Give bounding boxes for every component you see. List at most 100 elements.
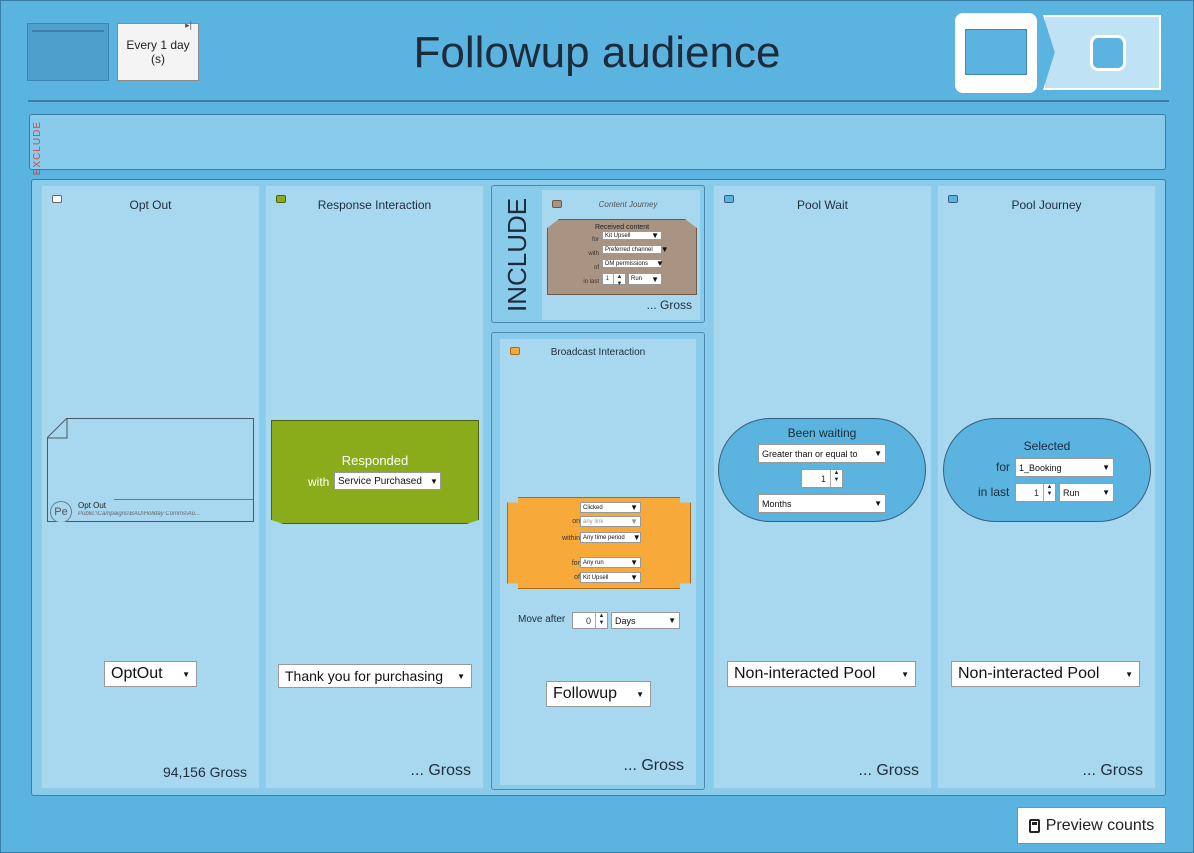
pill-title: Been waiting — [787, 426, 857, 440]
caret-down-icon: ▼ — [901, 669, 909, 679]
caret-down-icon: ▼ — [429, 476, 438, 486]
spinner-up-icon[interactable]: ▲ — [1044, 484, 1055, 491]
schedule-text: Every 1 day (s) — [126, 38, 190, 66]
spinner-down-icon[interactable]: ▼ — [614, 281, 625, 288]
caret-down-icon: ▼ — [1102, 463, 1110, 472]
spinner-down-icon[interactable]: ▼ — [1044, 491, 1055, 498]
caret-down-icon: ▼ — [660, 245, 669, 254]
gross-count: ... Gross — [646, 298, 692, 312]
bc-of-dropdown[interactable]: Kit Upsell ▼ — [580, 572, 641, 583]
page-title: Followup audience — [413, 28, 781, 77]
stepper-buttons[interactable]: ▲ ▼ — [830, 470, 842, 487]
next-step-icon — [1090, 35, 1126, 71]
column-title: Pool Wait — [797, 198, 848, 212]
dropdown-value: Clicked — [583, 504, 603, 511]
audience-view-toggle[interactable] — [955, 13, 1037, 93]
caret-down-icon: ▼ — [656, 259, 664, 268]
previous-step-thumbnail[interactable] — [27, 23, 109, 81]
pill-title: Selected — [1023, 439, 1071, 453]
exclude-label: EXCLUDE — [32, 121, 43, 176]
pool-wait-dropdown[interactable]: Non-interacted Pool ▼ — [727, 661, 916, 687]
move-after-label: Move after — [518, 614, 566, 625]
caret-down-icon: ▼ — [1125, 669, 1133, 679]
spinner-up-icon[interactable]: ▲ — [596, 613, 607, 620]
dropdown-value: Non-interacted Pool — [958, 665, 1100, 682]
cj-in-last-unit-dropdown[interactable]: Run ▼ — [628, 273, 662, 285]
dropdown-value: Kit Upsell — [605, 232, 631, 239]
bc-on-dropdown[interactable]: any link ▼ — [580, 516, 641, 527]
dropdown-value: Days — [615, 615, 636, 626]
header-divider — [28, 100, 1169, 102]
next-step-arrow[interactable] — [1043, 15, 1161, 90]
schedule-box[interactable]: ▸| Every 1 day (s) — [117, 20, 199, 81]
page-fold-icon — [47, 418, 68, 439]
stepper-buttons[interactable]: ▲ ▼ — [613, 274, 625, 287]
dropdown-value: DM permissions — [605, 260, 649, 267]
for-label: for — [591, 237, 599, 243]
spinner-up-icon[interactable]: ▲ — [614, 274, 625, 281]
content-journey-column: Content Journey Received content for wit… — [542, 190, 700, 320]
gross-count: ... Gross — [1082, 762, 1143, 779]
gross-count: ... Gross — [858, 762, 919, 779]
dropdown-value: Non-interacted Pool — [734, 665, 876, 682]
stepper-buttons[interactable]: ▲ ▼ — [595, 613, 607, 628]
of-label: of — [593, 265, 599, 271]
spinner-down-icon[interactable]: ▼ — [831, 477, 842, 484]
opt-out-card[interactable]: Pe Opt Out Public:\Campaigns\BAU\Holiday… — [47, 418, 254, 522]
stepper-value: 1 — [1033, 487, 1039, 498]
operator-dropdown[interactable]: Greater than or equal to ▼ — [758, 444, 886, 463]
stepper-value: 0 — [585, 615, 591, 626]
caret-down-icon: ▼ — [874, 449, 882, 458]
response-message-dropdown[interactable]: Thank you for purchasing ▼ — [278, 664, 472, 688]
service-dropdown[interactable]: Service Purchased ▼ — [334, 472, 441, 490]
cj-in-last-stepper[interactable]: 1 ▲ ▼ — [602, 273, 626, 287]
wait-number-stepper[interactable]: 1 ▲ ▼ — [801, 469, 843, 488]
cj-for-dropdown[interactable]: Kit Upsell ▼ — [602, 231, 662, 240]
dropdown-value: Followup — [553, 685, 618, 702]
stepper-value: 1 — [605, 276, 609, 282]
with-label: with — [308, 475, 330, 489]
opt-out-dropdown[interactable]: OptOut ▼ — [104, 661, 197, 687]
bc-for-dropdown[interactable]: Any run ▼ — [580, 557, 641, 568]
column-title: Broadcast Interaction — [550, 347, 646, 358]
card-name: Opt Out — [78, 501, 107, 510]
pj-in-last-unit-dropdown[interactable]: Run ▼ — [1059, 483, 1114, 502]
spinner-down-icon[interactable]: ▼ — [596, 620, 607, 627]
caret-down-icon: ▼ — [630, 517, 638, 526]
bc-action-dropdown[interactable]: Clicked ▼ — [580, 502, 641, 513]
dropdown-value: Preferred channel — [605, 246, 653, 253]
arrow-right-icon: ▸| — [185, 20, 192, 30]
move-after-stepper[interactable]: 0 ▲ ▼ — [572, 612, 608, 629]
include-panel[interactable]: INCLUDE Content Journey Received content… — [491, 185, 705, 323]
on-label: on — [572, 518, 580, 525]
wait-unit-dropdown[interactable]: Months ▼ — [758, 494, 886, 513]
of-label: of — [574, 574, 580, 581]
for-label: for — [571, 560, 580, 567]
stepper-buttons[interactable]: ▲ ▼ — [1043, 484, 1055, 501]
exclude-panel[interactable]: EXCLUDE — [29, 114, 1166, 175]
preview-counts-label: Preview counts — [1045, 816, 1155, 834]
followup-dropdown[interactable]: Followup ▼ — [546, 681, 651, 707]
cj-of-dropdown[interactable]: DM permissions ▼ — [602, 259, 664, 268]
include-label: INCLUDE — [502, 197, 532, 313]
avatar: Pe — [50, 501, 72, 522]
move-after-unit-dropdown[interactable]: Days ▼ — [611, 612, 680, 629]
spinner-up-icon[interactable]: ▲ — [831, 470, 842, 477]
column-title: Opt Out — [129, 198, 172, 212]
gross-count: ... Gross — [623, 757, 684, 774]
caret-down-icon: ▼ — [651, 274, 659, 284]
pj-for-dropdown[interactable]: 1_Booking ▼ — [1015, 458, 1114, 477]
cj-with-dropdown[interactable]: Preferred channel ▼ — [602, 245, 669, 254]
pj-in-last-stepper[interactable]: 1 ▲ ▼ — [1015, 483, 1056, 502]
bc-within-dropdown[interactable]: Any time period ▼ — [580, 532, 641, 543]
pool-journey-dropdown[interactable]: Non-interacted Pool ▼ — [951, 661, 1140, 687]
card-divider — [114, 499, 253, 500]
preview-counts-button[interactable]: Preview counts — [1017, 807, 1166, 844]
caret-down-icon: ▼ — [630, 558, 638, 567]
dropdown-value: Any time period — [583, 534, 625, 541]
dropdown-value: OptOut — [111, 665, 163, 682]
in-last-label: in last — [583, 279, 599, 285]
within-label: within — [562, 535, 580, 542]
column-title: Response Interaction — [317, 198, 432, 212]
with-label: with — [588, 251, 599, 257]
